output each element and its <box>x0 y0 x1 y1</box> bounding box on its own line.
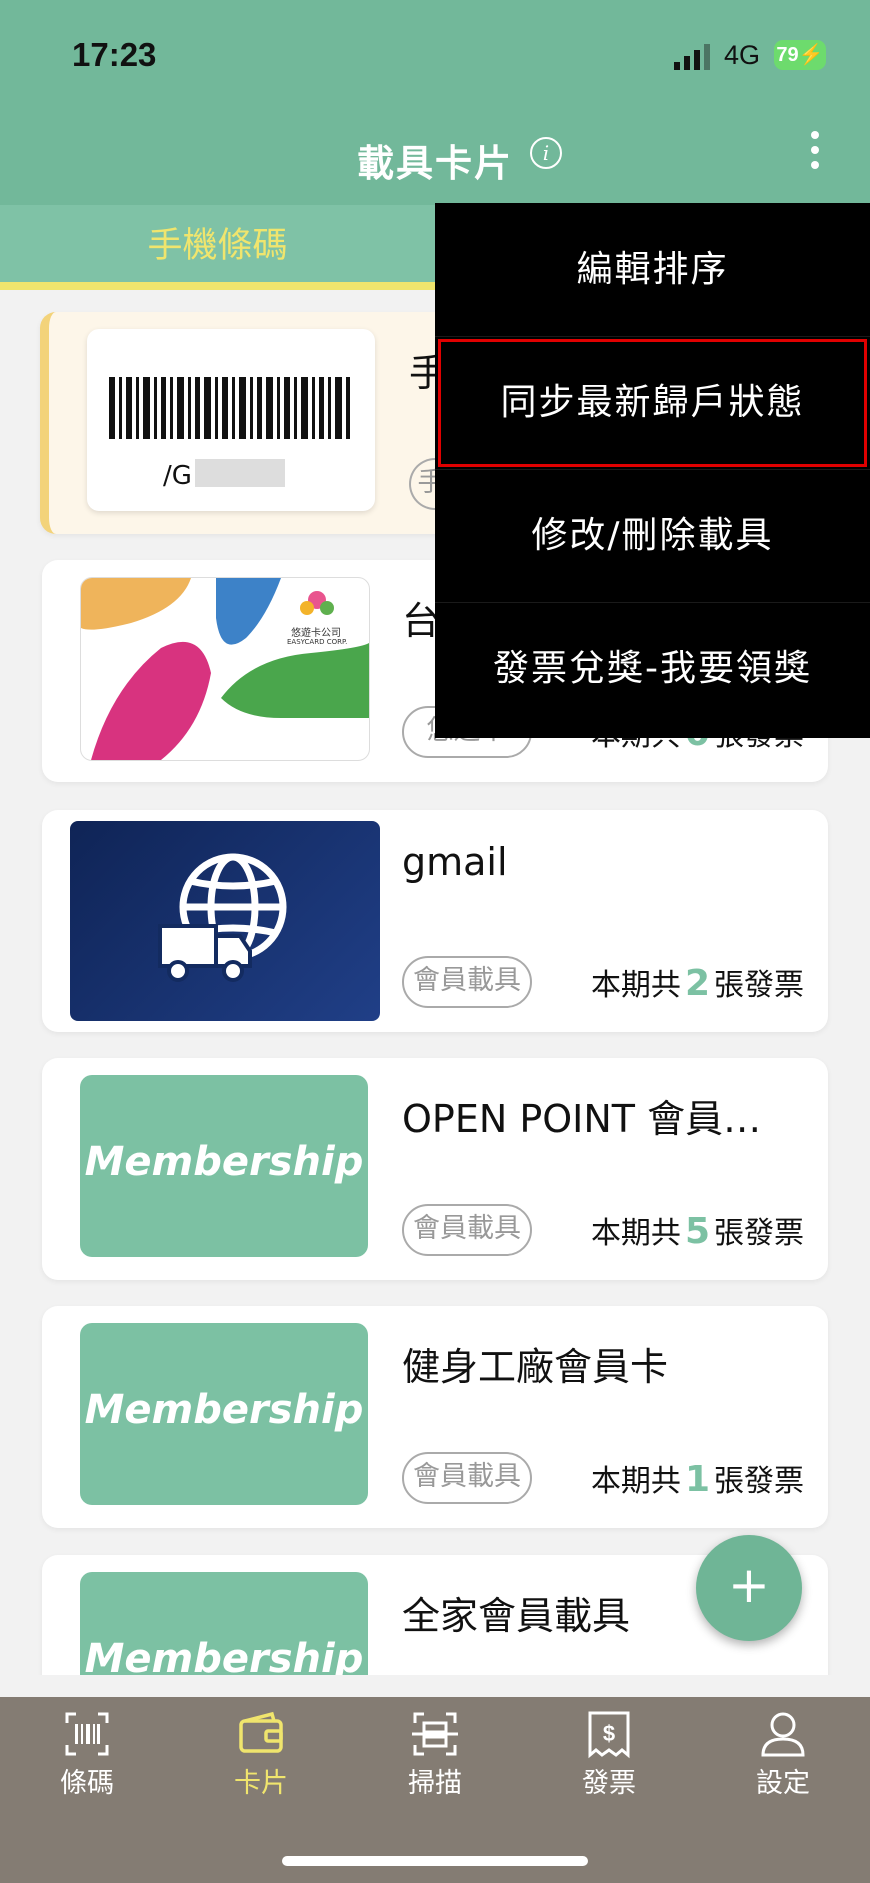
invoice-count: 本期共 5 張發票 <box>591 1208 804 1252</box>
card-tag: 會員載具 <box>402 1452 532 1504</box>
membership-card-image: Membership <box>80 1323 368 1505</box>
membership-card-image: Membership <box>80 1572 368 1675</box>
membership-text: Membership <box>84 1139 364 1185</box>
invoice-count-prefix: 本期共 <box>590 1216 681 1251</box>
nav-item-cards[interactable]: 卡片 <box>174 1709 348 1800</box>
invoice-count-number: 1 <box>684 1459 710 1500</box>
card-fitness-factory[interactable]: Membership 健身工廠會員卡 會員載具 本期共 1 張發票 <box>42 1306 828 1528</box>
tab-mobile-barcode[interactable]: 手機條碼 <box>0 205 435 285</box>
globe-truck-icon <box>158 853 287 982</box>
nav-label: 設定 <box>756 1768 810 1799</box>
status-bar: 17:23 4G 79⚡ <box>0 0 870 105</box>
nav-label: 掃描 <box>408 1768 462 1799</box>
barcode-icon <box>109 377 350 487</box>
status-time: 17:23 <box>72 36 157 73</box>
svg-text:$: $ <box>603 1721 615 1746</box>
card-title: OPEN POINT 會員… <box>402 1097 762 1141</box>
card-tag: 會員載具 <box>402 1204 532 1256</box>
membership-text: Membership <box>84 1387 364 1433</box>
card-tag: 會員載具 <box>402 956 532 1008</box>
nav-item-settings[interactable]: 設定 <box>696 1709 870 1800</box>
card-open-point[interactable]: Membership OPEN POINT 會員… 會員載具 本期共 5 張發票 <box>42 1058 828 1280</box>
delivery-card-image <box>70 821 380 1021</box>
battery-indicator: 79⚡ <box>774 40 826 70</box>
easycard-logo-icon <box>81 578 369 760</box>
app-header: 載具卡片 i <box>0 105 870 205</box>
invoice-count-prefix: 本期共 <box>590 968 681 1003</box>
options-menu: 編輯排序 同步最新歸戶狀態 修改/刪除載具 發票兌獎-我要領獎 <box>435 203 870 738</box>
barcode-image: /G <box>87 329 375 511</box>
card-title: 健身工廠會員卡 <box>402 1345 669 1389</box>
invoice-count-number: 5 <box>684 1211 710 1252</box>
menu-item-edit-order[interactable]: 編輯排序 <box>435 203 870 337</box>
nav-item-invoice[interactable]: $ 發票 <box>522 1709 696 1800</box>
invoice-count: 本期共 2 張發票 <box>591 960 804 1004</box>
menu-item-sync-status[interactable]: 同步最新歸戶狀態 <box>435 336 870 470</box>
invoice-count-suffix: 張發票 <box>714 1216 804 1251</box>
barcode-icon <box>65 1712 109 1756</box>
tab-indicator <box>0 282 435 290</box>
menu-item-edit-delete-carrier[interactable]: 修改/刪除載具 <box>435 469 870 603</box>
easycard-logo-text: 悠遊卡公司 <box>291 628 341 639</box>
card-title: 全家會員載具 <box>402 1594 631 1638</box>
info-icon[interactable]: i <box>530 137 562 169</box>
home-indicator <box>282 1856 588 1866</box>
membership-text: Membership <box>84 1636 364 1675</box>
more-options-icon[interactable] <box>800 127 830 177</box>
invoice-count-prefix: 本期共 <box>590 1464 681 1499</box>
add-carrier-button[interactable]: + <box>696 1535 802 1641</box>
barcode-text: /G <box>163 461 192 491</box>
easycard-image: 悠遊卡公司 EASYCARD CORP. <box>80 577 370 761</box>
user-icon <box>761 1712 805 1757</box>
nav-label: 卡片 <box>234 1768 288 1799</box>
nav-item-scan[interactable]: 掃描 <box>348 1709 522 1800</box>
invoice-count-number: 2 <box>684 963 710 1004</box>
network-type: 4G <box>724 40 761 70</box>
bottom-navigation: 條碼 卡片 掃描 $ 發票 設定 <box>0 1697 870 1883</box>
page-title: 載具卡片 <box>357 142 513 185</box>
card-gmail[interactable]: gmail 會員載具 本期共 2 張發票 <box>42 810 828 1032</box>
invoice-count: 本期共 1 張發票 <box>591 1456 804 1500</box>
nav-item-barcode[interactable]: 條碼 <box>0 1709 174 1800</box>
nav-label: 發票 <box>582 1768 636 1799</box>
battery-level: 79 <box>776 44 799 66</box>
membership-card-image: Membership <box>80 1075 368 1257</box>
invoice-count-suffix: 張發票 <box>714 1464 804 1499</box>
nav-label: 條碼 <box>60 1768 114 1799</box>
menu-item-claim-prize[interactable]: 發票兌獎-我要領獎 <box>435 602 870 735</box>
scan-icon <box>412 1712 458 1756</box>
easycard-logo-subtext: EASYCARD CORP. <box>287 638 348 646</box>
wallet-icon <box>239 1711 283 1753</box>
invoice-count-suffix: 張發票 <box>714 968 804 1003</box>
signal-icon <box>674 44 710 70</box>
card-title: gmail <box>402 840 508 884</box>
receipt-icon: $ <box>588 1711 630 1759</box>
